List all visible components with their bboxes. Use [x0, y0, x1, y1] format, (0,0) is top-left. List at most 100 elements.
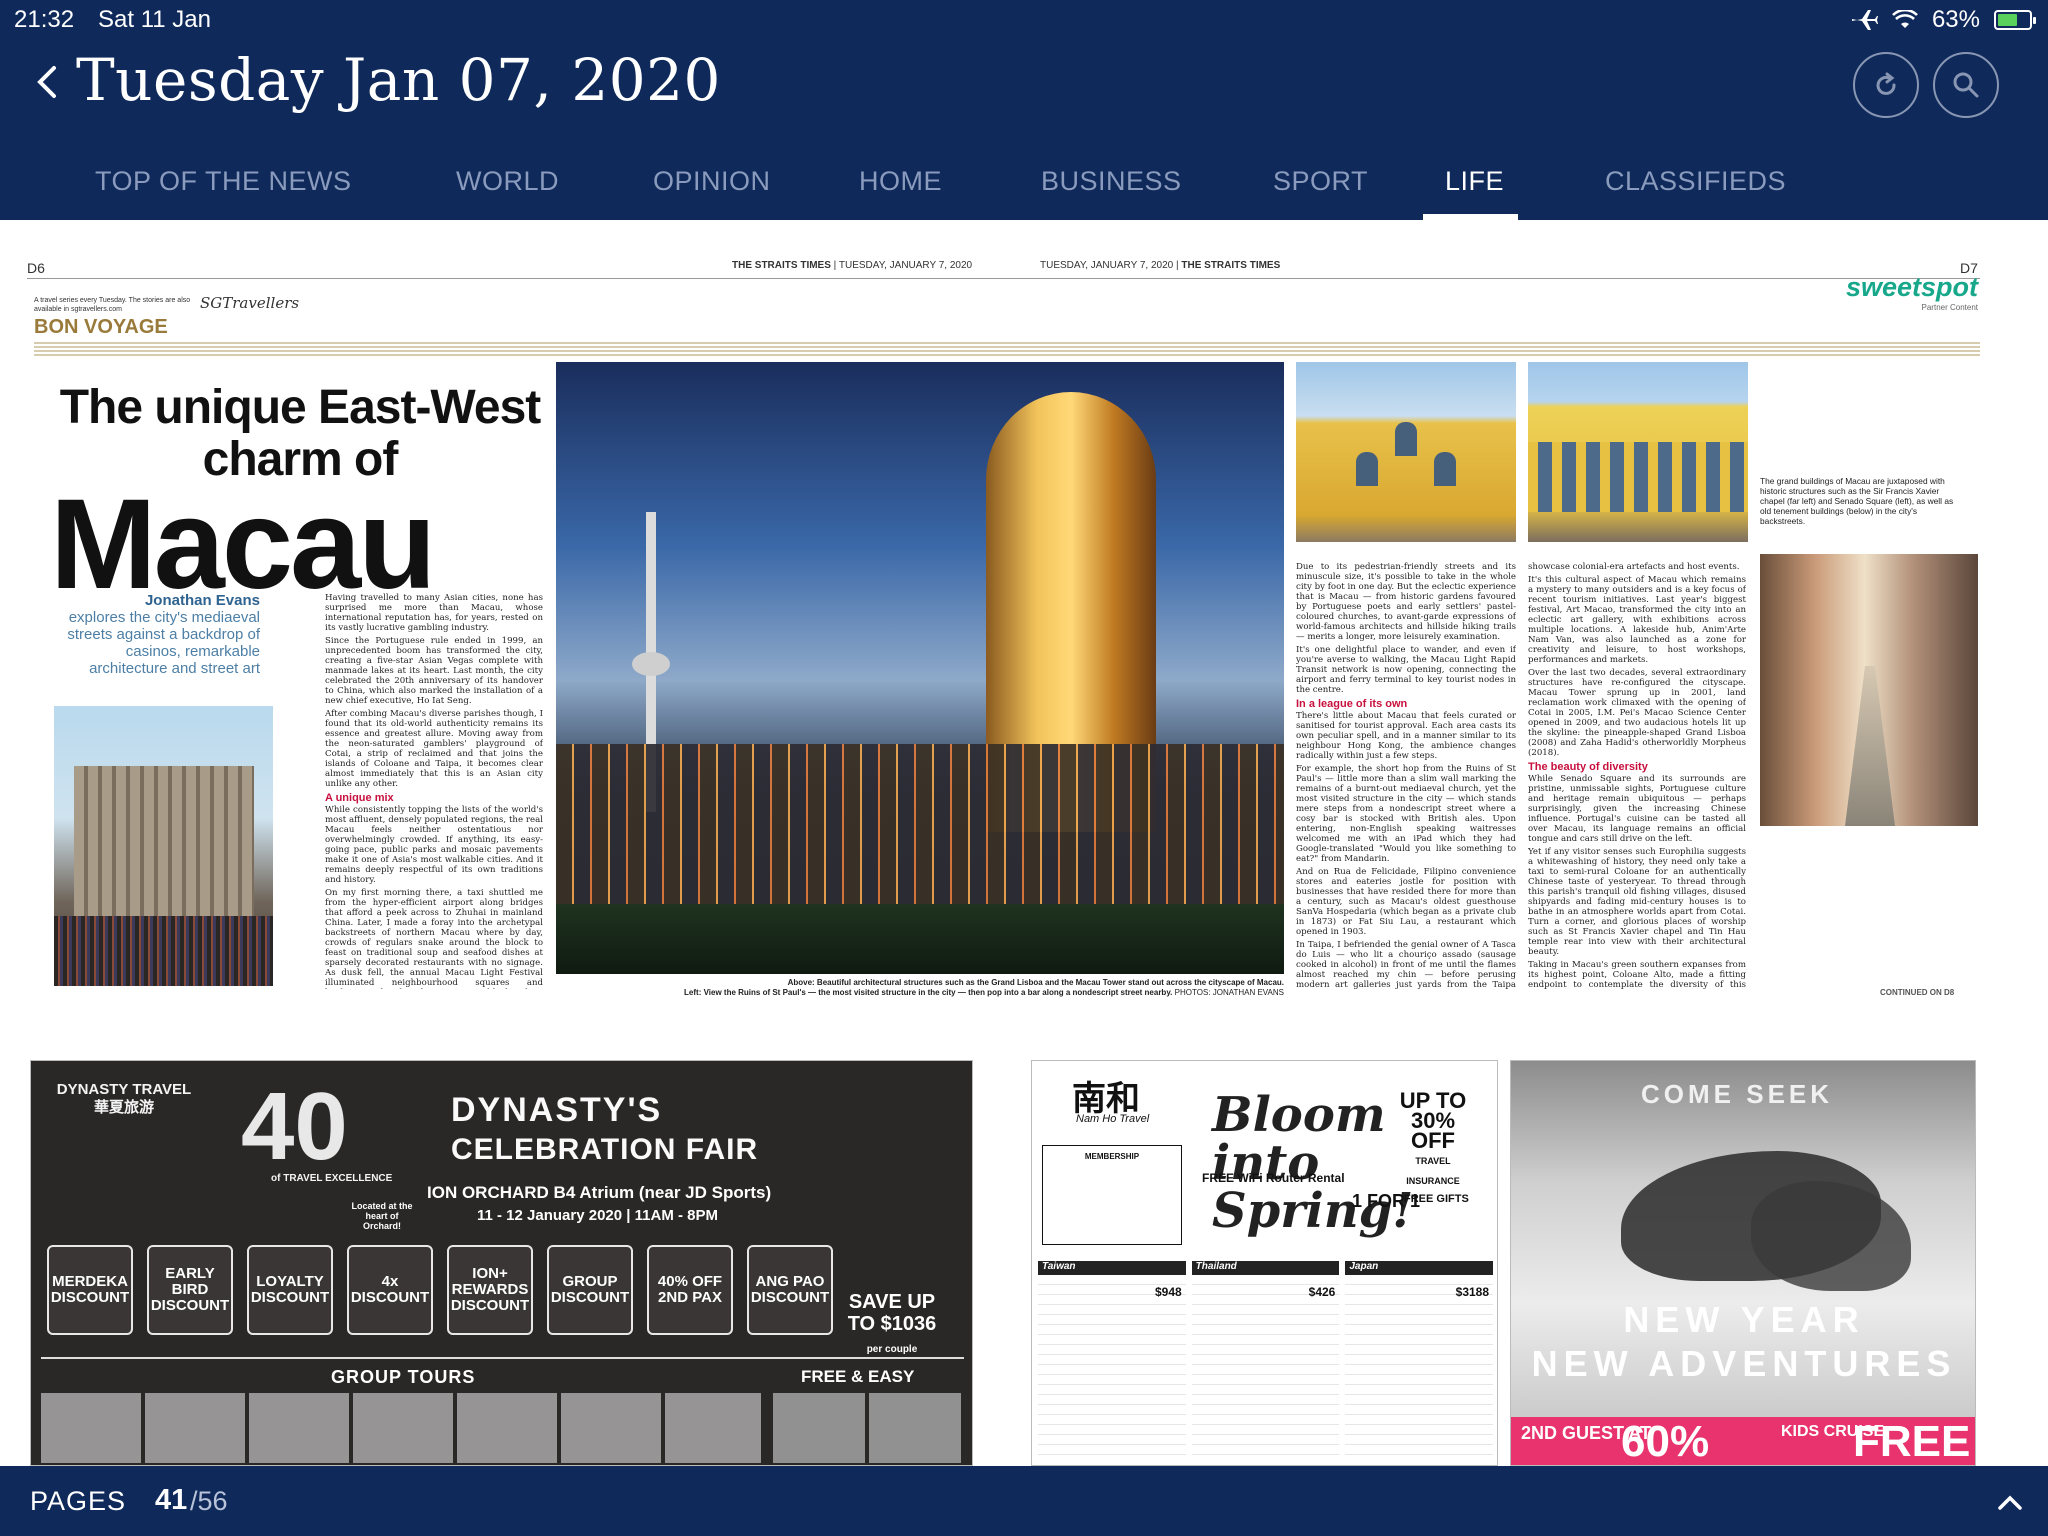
tab-opinion[interactable]: OPINION — [653, 166, 771, 197]
status-bar: 21:32 Sat 11 Jan 63% — [0, 0, 2048, 40]
partner-content-label: Partner Content — [1921, 303, 1978, 312]
photo-credit: PHOTOS: JONATHAN EVANS — [1174, 988, 1284, 997]
refresh-button[interactable] — [1853, 52, 1919, 118]
namho-regions: Taiwan $948 Thailand $426 Japan $3188 — [1038, 1261, 1494, 1461]
namho-insurance-offer: UP TO 30% OFF TRAVEL INSURANCE — [1388, 1088, 1478, 1191]
article-column-3: showcase colonial-era artefacts and host… — [1528, 562, 1746, 990]
tab-life[interactable]: LIFE — [1445, 166, 1504, 197]
backstreet-photo — [1760, 554, 1978, 826]
dynasty-travel-ad: DYNASTY TRAVEL 華夏旅游 40 of TRAVEL EXCELLE… — [30, 1060, 973, 1466]
paragraph: Taking in Macau's green southern expanse… — [1528, 960, 1746, 990]
status-right: 63% — [1850, 6, 2036, 34]
st-francis-xavier-chapel-photo — [1296, 362, 1516, 542]
paragraph: It's this cultural aspect of Macau which… — [1528, 575, 1746, 665]
back-icon[interactable] — [28, 62, 68, 102]
header-rule — [27, 278, 1980, 279]
wifi-icon — [1892, 10, 1918, 28]
battery-percent: 63% — [1931, 6, 1980, 33]
search-button[interactable] — [1933, 52, 1999, 118]
namho-free-wifi: FREE WiFi Router Rental — [1202, 1171, 1345, 1185]
discount-badge: 4x DISCOUNT — [347, 1245, 433, 1335]
caption-left: Left: View the Ruins of St Paul's — the … — [684, 988, 1173, 997]
chevron-up-icon[interactable] — [1995, 1488, 2025, 1518]
battery-level — [1998, 14, 2017, 26]
city-buildings — [556, 744, 1284, 914]
paragraph: While Senado Square and its surrounds ar… — [1528, 774, 1746, 844]
ruins-facade — [74, 766, 254, 916]
come-seek-heading: COME SEEK — [1641, 1079, 1834, 1109]
status-time: 21:32 — [14, 6, 75, 33]
region-label: Thailand — [1195, 1261, 1237, 1272]
paragraph: Yet if any visitor senses such Europhili… — [1528, 847, 1746, 957]
chapel-window — [1434, 452, 1456, 486]
running-head-right: TUESDAY, JANUARY 7, 2020 | THE STRAITS T… — [1040, 260, 1281, 271]
namho-region-taiwan: Taiwan $948 — [1038, 1261, 1186, 1461]
page-number-left: D6 — [27, 260, 45, 276]
tab-top-of-the-news[interactable]: TOP OF THE NEWS — [95, 166, 352, 197]
paragraph: Since the Portuguese rule ended in 1999,… — [325, 636, 543, 706]
save-amount: SAVE UP TO $1036 — [847, 1291, 937, 1335]
section-band — [34, 342, 1980, 356]
namho-free-gifts: FREE GIFTS — [1404, 1193, 1469, 1205]
tagline-new-adventures: NEW ADVENTURES — [1531, 1343, 1957, 1384]
tab-sport[interactable]: SPORT — [1273, 166, 1368, 197]
group-tours-heading: GROUP TOURS — [331, 1367, 476, 1387]
ruins-crowd — [54, 916, 273, 986]
street-lane — [1845, 666, 1895, 826]
tab-classifieds[interactable]: CLASSIFIEDS — [1605, 166, 1786, 197]
tab-business[interactable]: BUSINESS — [1041, 166, 1182, 197]
tab-world[interactable]: WORLD — [456, 166, 559, 197]
section-kicker: BON VOYAGE — [34, 316, 168, 338]
running-head-date: TUESDAY, JANUARY 7, 2020 — [1040, 260, 1174, 271]
paragraph: And on Rua de Felicidade, Filipino conve… — [1296, 867, 1516, 937]
continued-note: CONTINUED ON D8 — [1880, 988, 1955, 997]
paragraph: In Taipa, I befriended the genial owner … — [1296, 940, 1516, 990]
edition-date-title: Tuesday Jan 07, 2020 — [76, 46, 721, 114]
paragraph: It's one delightful place to wander, and… — [1296, 645, 1516, 695]
tab-home[interactable]: HOME — [859, 166, 942, 197]
refresh-icon — [1876, 72, 1896, 95]
discount-badge: GROUP DISCOUNT — [547, 1245, 633, 1335]
running-head-paper: THE STRAITS TIMES — [1181, 260, 1281, 271]
headline-big: Macau — [50, 473, 436, 616]
anniversary-sub: of TRAVEL EXCELLENCE — [271, 1173, 393, 1184]
pages-bar[interactable]: PAGES 41 /56 — [0, 1466, 2048, 1536]
newspaper-spread[interactable]: D6 D7 THE STRAITS TIMES | TUESDAY, JANUA… — [0, 220, 2048, 1466]
ruins-of-st-pauls-photo — [54, 706, 273, 986]
save-note: per couple — [866, 1344, 918, 1355]
senado-arches — [1528, 442, 1748, 512]
headline-top: The unique East-West charm of — [59, 381, 542, 486]
royal-caribbean-ad: COME SEEK NEW YEAR NEW ADVENTURES 2ND GU… — [1510, 1060, 1976, 1466]
airplane-icon — [1851, 10, 1878, 30]
dynasty-located: Located at the heart of Orchard! — [351, 1201, 413, 1231]
main-photo-caption: Above: Beautiful architectural structure… — [556, 978, 1284, 998]
dynasty-logo-text: DYNASTY TRAVEL — [56, 1081, 192, 1098]
dynasty-logo: DYNASTY TRAVEL 華夏旅游 — [49, 1081, 199, 1117]
region-price: $948 — [1154, 1285, 1182, 1299]
anniversary-number: 40 — [241, 1073, 348, 1180]
paragraph: Over the last two decades, several extra… — [1528, 668, 1746, 758]
running-head-paper: THE STRAITS TIMES — [732, 260, 831, 271]
paragraph: Due to its pedestrian-friendly streets a… — [1296, 562, 1516, 642]
namho-region-japan: Japan $3188 — [1345, 1261, 1494, 1461]
paragraph: While consistently topping the lists of … — [325, 805, 543, 885]
current-page: 41 — [155, 1484, 188, 1516]
crosshead: A unique mix — [325, 792, 394, 804]
namho-logo-en: Nam Ho Travel — [1076, 1113, 1150, 1125]
total-pages: /56 — [190, 1486, 228, 1516]
paragraph: There's little about Macau that feels cu… — [1296, 711, 1516, 761]
sg-travellers-logo: SGTravellers — [200, 294, 300, 312]
series-note: A travel series every Tuesday. The stori… — [34, 297, 191, 313]
free-easy-heading: FREE & EASY — [801, 1367, 915, 1386]
namho-off-sub: TRAVEL INSURANCE — [1406, 1156, 1460, 1186]
chapel-window — [1395, 422, 1417, 456]
running-head-left: THE STRAITS TIMES | TUESDAY, JANUARY 7, … — [732, 260, 973, 271]
discount-badge: ION+ REWARDS DISCOUNT — [447, 1245, 533, 1335]
crosshead: The beauty of diversity — [1528, 761, 1648, 773]
section-tabs: TOP OF THE NEWS WORLD OPINION HOME BUSIN… — [0, 160, 2048, 220]
namho-membership: MEMBERSHIP — [1042, 1145, 1182, 1245]
namho-off-text: UP TO 30% OFF — [1399, 1088, 1467, 1153]
sweetspot-brand: sweetspot Partner Content — [1846, 272, 1978, 312]
paragraph: For example, the short hop from the Ruin… — [1296, 764, 1516, 864]
article-headline: The unique East-West charm of Macau — [40, 381, 560, 616]
